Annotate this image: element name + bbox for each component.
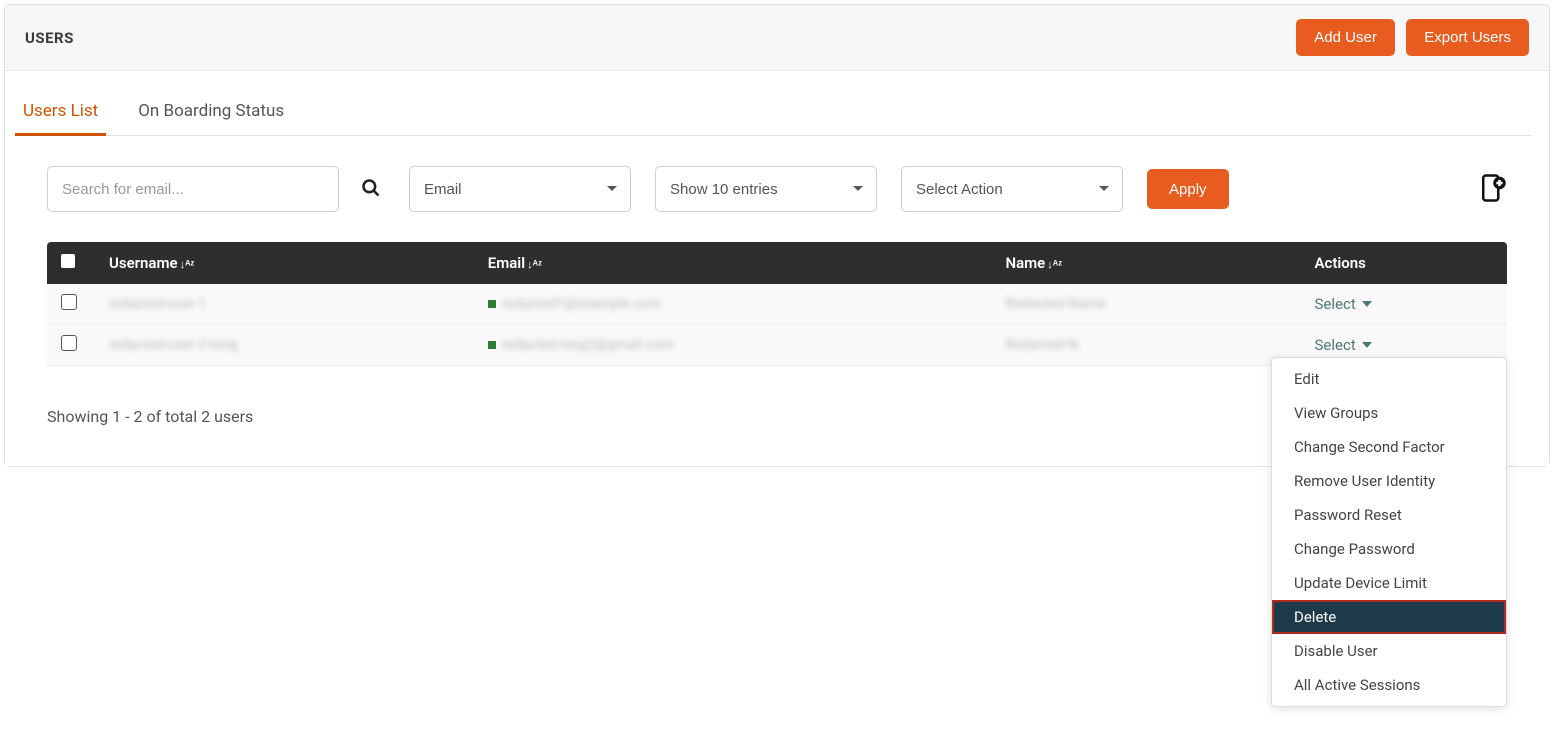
select-all-checkbox[interactable] (61, 254, 75, 268)
sort-icon: ↓ᴬᶻ (180, 258, 195, 271)
col-username[interactable]: Username↓ᴬᶻ (95, 242, 474, 284)
col-email[interactable]: Email↓ᴬᶻ (474, 242, 992, 284)
dropdown-item-remove-user-identity[interactable]: Remove User Identity (1272, 464, 1506, 498)
export-users-button[interactable]: Export Users (1406, 19, 1529, 56)
page-title: USERS (25, 29, 74, 47)
caret-down-icon (1362, 301, 1372, 307)
tab-onboarding-status[interactable]: On Boarding Status (138, 91, 284, 135)
dropdown-item-change-second-factor[interactable]: Change Second Factor (1272, 430, 1506, 464)
col-name[interactable]: Name↓ᴬᶻ (991, 242, 1300, 284)
col-checkbox (47, 242, 95, 284)
apply-button[interactable]: Apply (1147, 169, 1229, 209)
bulk-action-select[interactable]: Select Action (901, 166, 1123, 212)
search-wrap (47, 166, 385, 212)
add-device-button[interactable] (1477, 173, 1507, 206)
tabs: Users List On Boarding Status (23, 91, 1531, 136)
row-checkbox[interactable] (61, 294, 77, 310)
tab-users-list[interactable]: Users List (23, 91, 98, 135)
field-select[interactable]: Email (409, 166, 631, 212)
sort-icon: ↓ᴬᶻ (527, 258, 542, 271)
search-icon (361, 178, 381, 198)
users-card: USERS Add User Export Users Users List O… (4, 4, 1550, 467)
cell-actions: Select (1301, 284, 1507, 325)
table-row: redacted-user-2-longredacted.long2@gmail… (47, 325, 1507, 366)
device-plus-icon (1477, 173, 1507, 203)
cell-username: redacted-user-1 (95, 284, 474, 325)
cell-actions: SelectEditView GroupsChange Second Facto… (1301, 325, 1507, 366)
sort-icon: ↓ᴬᶻ (1047, 258, 1062, 271)
cell-name: Redacted Name (991, 284, 1300, 325)
status-dot-icon (488, 300, 496, 308)
dropdown-item-edit[interactable]: Edit (1272, 362, 1506, 396)
dropdown-item-password-reset[interactable]: Password Reset (1272, 498, 1506, 532)
table-row: redacted-user-1redacted1@example.comReda… (47, 284, 1507, 325)
search-input[interactable] (47, 166, 339, 212)
row-checkbox[interactable] (61, 335, 77, 351)
card-body: Users List On Boarding Status Email Show… (5, 71, 1549, 466)
dropdown-item-view-groups[interactable]: View Groups (1272, 396, 1506, 430)
showing-text: Showing 1 - 2 of total 2 users (47, 407, 253, 426)
filter-row: Email Show 10 entries Select Action Appl… (47, 166, 1507, 212)
cell-username: redacted-user-2-long (95, 325, 474, 366)
cell-name: Redacted N. (991, 325, 1300, 366)
dropdown-item-delete[interactable]: Delete (1272, 600, 1506, 634)
row-select-action[interactable]: Select (1315, 336, 1372, 354)
entries-select[interactable]: Show 10 entries (655, 166, 877, 212)
row-select-action[interactable]: Select (1315, 295, 1372, 313)
card-header: USERS Add User Export Users (5, 5, 1549, 71)
status-dot-icon (488, 341, 496, 349)
caret-down-icon (1362, 342, 1372, 348)
col-actions: Actions (1301, 242, 1507, 284)
dropdown-item-change-password[interactable]: Change Password (1272, 532, 1506, 566)
dropdown-item-all-active-sessions[interactable]: All Active Sessions (1272, 668, 1506, 702)
cell-email: redacted1@example.com (474, 284, 992, 325)
add-user-button[interactable]: Add User (1296, 19, 1395, 56)
cell-email: redacted.long2@gmail.com (474, 325, 992, 366)
dropdown-item-update-device-limit[interactable]: Update Device Limit (1272, 566, 1506, 600)
users-table: Username↓ᴬᶻ Email↓ᴬᶻ Name↓ᴬᶻ Actions red… (47, 242, 1507, 366)
search-button[interactable] (357, 174, 385, 205)
header-buttons: Add User Export Users (1288, 19, 1529, 56)
dropdown-item-disable-user[interactable]: Disable User (1272, 634, 1506, 668)
row-action-dropdown: EditView GroupsChange Second FactorRemov… (1271, 357, 1507, 707)
